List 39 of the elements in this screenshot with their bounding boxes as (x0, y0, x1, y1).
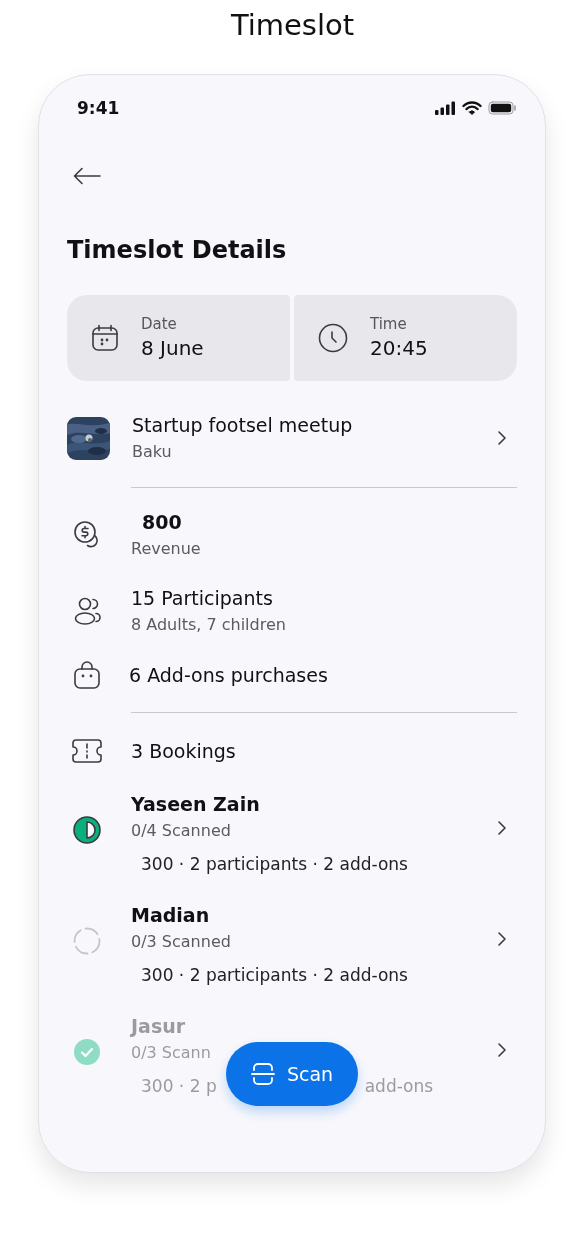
summary-label: Time (370, 314, 407, 334)
chevron-right-icon (497, 820, 507, 836)
signal-icon (434, 101, 456, 115)
calendar-icon (91, 324, 119, 352)
scan-icon (250, 1062, 275, 1086)
stat-value: 15 Participants (131, 586, 273, 611)
booking-details: 300 · 2 participants · 2 add-ons (141, 964, 408, 987)
booking-details: 300 · 2 participants · 2 add-ons (141, 853, 408, 876)
booking-name: Madian (131, 903, 210, 928)
stat-value: 6 Add-ons purchases (129, 663, 328, 688)
chevron-right-icon (497, 430, 507, 446)
summary-label: Date (141, 314, 177, 334)
clock-icon (318, 323, 348, 353)
people-icon (73, 596, 103, 626)
chevron-right-icon (497, 1042, 507, 1058)
stat-value: 800 (141, 510, 182, 535)
event-row[interactable]: Startup footsel meetup Baku (67, 411, 517, 465)
booking-details: 300 · 2 p (141, 1075, 217, 1098)
status-time: 9:41 (77, 98, 120, 118)
back-arrow-icon (73, 167, 101, 185)
booking-name: Yaseen Zain (131, 792, 260, 817)
back-button[interactable] (73, 167, 101, 185)
booking-name: Jasur (131, 1014, 186, 1039)
event-location: Baku (132, 441, 172, 463)
bookings-count: 3 Bookings (131, 739, 236, 764)
page-title: Timeslot (230, 7, 355, 44)
scan-button[interactable]: Scan (226, 1042, 358, 1106)
bag-icon (73, 660, 101, 690)
summary-value: 20:45 (370, 335, 428, 362)
ticket-icon (71, 738, 103, 764)
booking-details: add-ons (364, 1075, 434, 1098)
summary-value: 8 June (141, 335, 204, 362)
wifi-icon (462, 101, 482, 115)
stat-caption: 8 Adults, 7 children (131, 614, 286, 636)
battery-icon (488, 101, 517, 115)
screen-title: Timeslot Details (67, 235, 287, 265)
chevron-right-icon (497, 931, 507, 947)
event-title: Startup footsel meetup (132, 413, 353, 438)
stat-caption: Revenue (131, 538, 201, 560)
